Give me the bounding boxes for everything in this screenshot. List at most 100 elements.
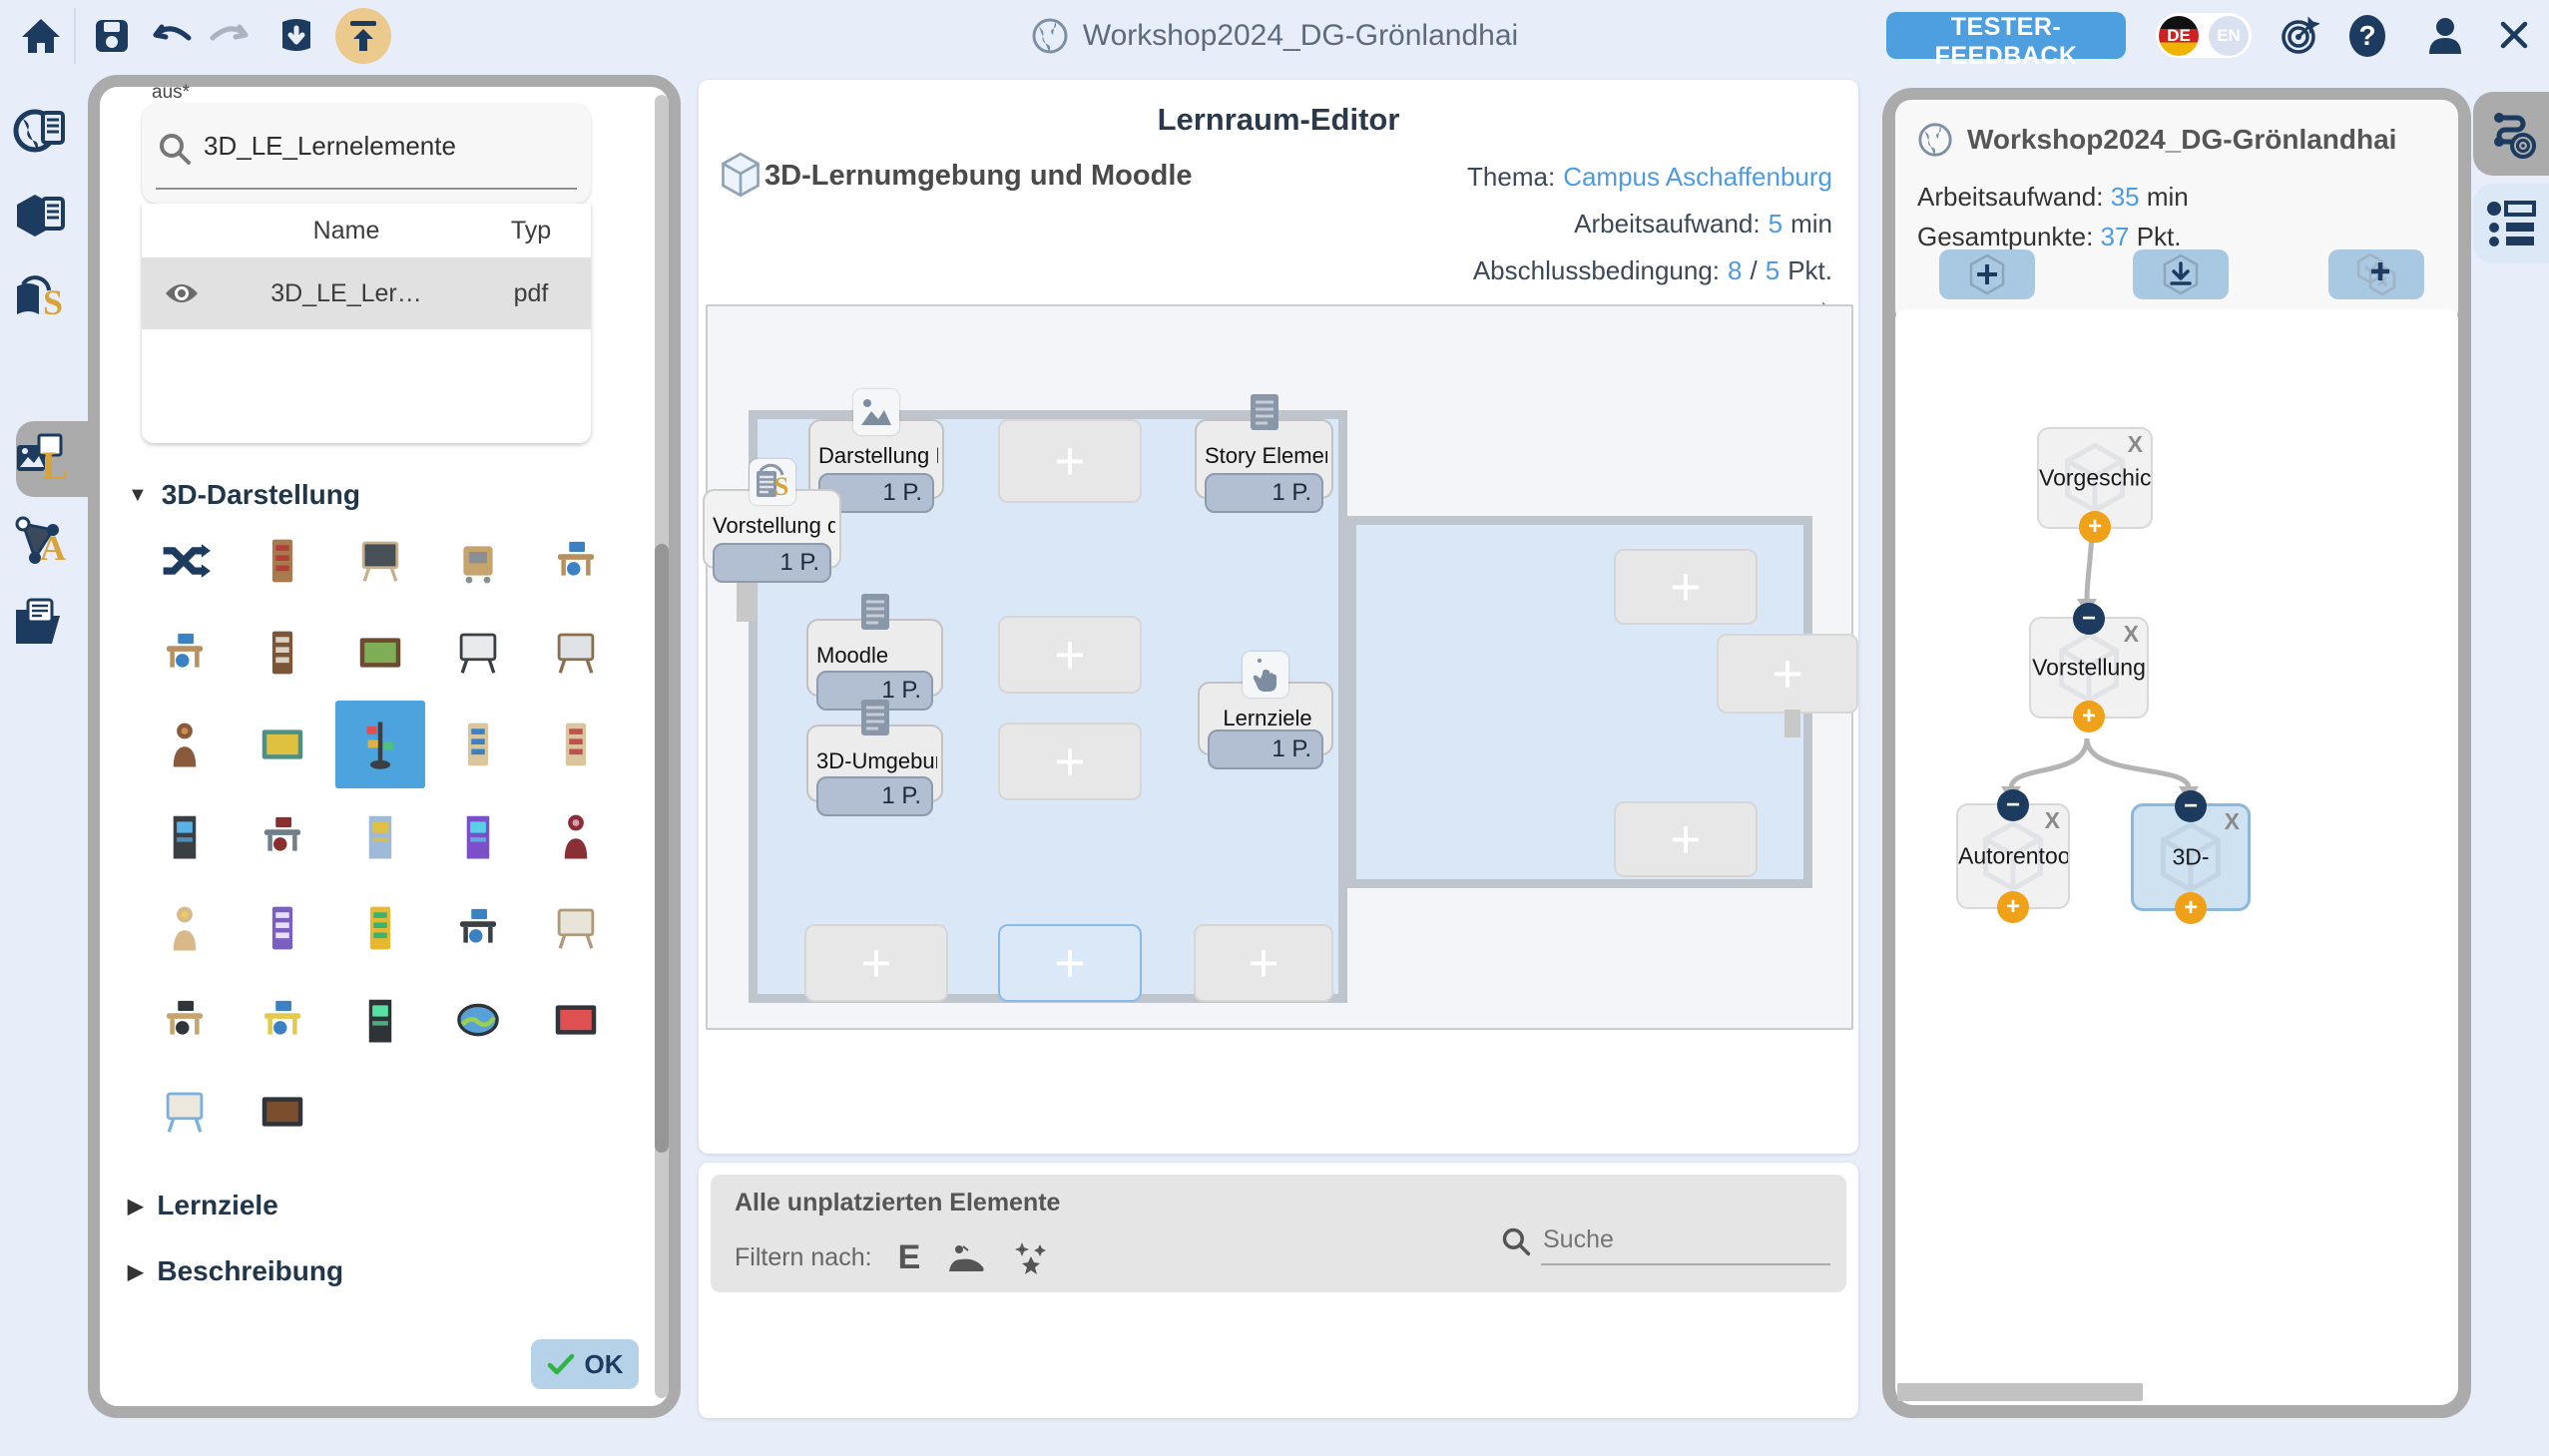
palette-item-poster-colorful[interactable] [335, 884, 425, 972]
preview-eye-button[interactable] [142, 281, 222, 305]
palette-item-racing-seat[interactable] [531, 792, 621, 880]
placeholder-slot[interactable]: + [998, 616, 1142, 694]
section-beschreibung[interactable]: ▶ Beschreibung [128, 1255, 343, 1287]
add-condition-button[interactable] [2328, 249, 2424, 299]
structure-tree-area[interactable]: X Vorgeschich + − X Vorstellung + − X Au… [1895, 309, 2458, 1405]
sidebar-item-lernraeume[interactable] [10, 100, 72, 162]
palette-item-projector-cart[interactable] [433, 517, 523, 605]
tree-node-autorentool[interactable]: − X Autorentool + [1956, 803, 2070, 909]
palette-item-computer-desk[interactable] [238, 792, 327, 880]
palette-item-flipchart[interactable] [433, 609, 523, 697]
goals-button[interactable] [2280, 16, 2319, 56]
ok-button[interactable]: OK [531, 1339, 639, 1389]
remove-link-button[interactable]: − [1997, 789, 2029, 821]
placeholder-slot[interactable]: + [804, 924, 948, 1002]
palette-item-cutout-figure[interactable] [140, 884, 230, 972]
palette-item-mirror[interactable] [433, 976, 523, 1064]
palette-item-dark-desk[interactable] [433, 884, 523, 972]
add-child-button[interactable]: + [2079, 511, 2111, 543]
palette-item-landscape-painting[interactable] [335, 609, 425, 697]
placeholder-slot[interactable]: + [1194, 924, 1333, 1002]
palette-item-bookshelf[interactable] [238, 517, 327, 605]
tester-feedback-button[interactable]: TESTER-FEEDBACK [1886, 12, 2126, 59]
save-button[interactable] [94, 18, 130, 54]
palette-item-card-rack[interactable] [335, 701, 425, 788]
palette-item-tablet-screen[interactable] [531, 976, 621, 1064]
import-room-button[interactable] [2133, 249, 2229, 299]
unplaced-search-input[interactable] [1541, 1224, 1765, 1255]
unplaced-search[interactable] [1541, 1224, 1830, 1265]
help-button[interactable]: ? [2347, 13, 2387, 59]
palette-item-school-desk[interactable] [140, 609, 230, 697]
placeholder-slot[interactable]: + [998, 723, 1142, 800]
section-3d-darstellung[interactable]: ▼ 3D-Darstellung [128, 479, 360, 511]
placeholder-slot[interactable]: + [1614, 801, 1758, 877]
palette-item-arcade-colorful[interactable] [140, 792, 230, 880]
element-node-3d-umgebung[interactable]: 3D-Umgebung 1 P. [806, 725, 943, 802]
sidebar-item-lernelemente[interactable]: L [10, 427, 72, 489]
palette-item-arcade-dark[interactable] [335, 976, 425, 1064]
palette-item-pinboard[interactable] [238, 701, 327, 788]
palette-item-shuffle[interactable] [140, 517, 230, 605]
palette-item-poster-frame[interactable] [238, 609, 327, 697]
palette-item-shelf-narrow[interactable] [433, 701, 523, 788]
redo-button[interactable] [208, 19, 250, 53]
lang-de-button[interactable]: DE [2159, 16, 2199, 56]
left-panel-scrollbar-thumb[interactable] [655, 544, 669, 1153]
remove-node-button[interactable]: X [2225, 808, 2240, 835]
sidebar-item-aufgaben[interactable]: A [10, 509, 72, 571]
tab-list-view[interactable] [2473, 184, 2549, 263]
add-room-button[interactable] [1939, 249, 2035, 299]
palette-item-desk-blue-chair[interactable] [531, 517, 621, 605]
element-node-story[interactable]: Story Element 1 P. [1195, 419, 1333, 499]
palette-item-arcade-purple[interactable] [433, 792, 523, 880]
palette-item-arcade-stickers[interactable] [335, 792, 425, 880]
user-button[interactable] [2423, 14, 2467, 58]
placeholder-slot-highlighted[interactable]: + [998, 924, 1142, 1002]
tab-structure-view[interactable] [2473, 92, 2549, 176]
lang-en-button[interactable]: EN [2209, 16, 2249, 56]
palette-item-shelf-double[interactable] [531, 701, 621, 788]
filter-image-button[interactable] [946, 1241, 986, 1275]
filter-element-button[interactable]: E [898, 1238, 921, 1277]
sidebar-item-umgebungen[interactable] [10, 184, 72, 245]
add-child-button[interactable]: + [2175, 892, 2207, 924]
palette-item-workstation[interactable] [140, 976, 230, 1064]
element-node-lernziele[interactable]: Lernziele 1 P. [1198, 682, 1333, 755]
element-node-darstellung[interactable]: Darstellung Ler 1 P. [808, 419, 944, 499]
export-button[interactable] [277, 16, 315, 56]
tree-node-3d-selected[interactable]: − X 3D- + [2131, 803, 2251, 911]
close-button[interactable] [2497, 18, 2531, 52]
remove-link-button[interactable]: − [2175, 790, 2207, 822]
remove-node-button[interactable]: X [2124, 621, 2139, 648]
table-row[interactable]: 3D_LE_Ler… pdf [142, 257, 591, 329]
section-lernziele[interactable]: ▶ Lernziele [128, 1190, 278, 1221]
remove-node-button[interactable]: X [2128, 431, 2143, 458]
filter-effects-button[interactable] [1012, 1240, 1050, 1276]
room-canvas[interactable]: + + + + + + + + + Darstellung Ler 1 P. S… [706, 304, 1853, 1030]
palette-item-projection-screen[interactable] [531, 609, 621, 697]
palette-item-whiteboard[interactable] [531, 884, 621, 972]
remove-node-button[interactable]: X [2045, 807, 2060, 834]
tree-node-vorgeschichte[interactable]: X Vorgeschich + [2037, 427, 2153, 529]
home-button[interactable] [20, 15, 62, 57]
palette-item-poster-purple[interactable] [238, 884, 327, 972]
placeholder-slot[interactable]: + [1614, 549, 1758, 625]
element-node-vorstellung[interactable]: S Vorstellung der 1 P. [703, 489, 841, 569]
add-child-button[interactable]: + [2073, 701, 2105, 732]
thema-value[interactable]: Campus Aschaffenburg [1563, 154, 1832, 201]
palette-item-tv-bench[interactable] [238, 1068, 327, 1156]
palette-item-robot[interactable] [140, 701, 230, 788]
tree-hscrollbar-thumb[interactable] [1897, 1383, 2143, 1401]
placeholder-slot-edge[interactable]: + [1717, 634, 1858, 714]
placeholder-slot[interactable]: + [998, 419, 1142, 503]
remove-link-button[interactable]: − [2073, 603, 2105, 635]
element-node-moodle[interactable]: Moodle 1 P. [806, 619, 943, 697]
sidebar-item-screens[interactable]: S [10, 267, 72, 329]
file-search-input[interactable] [202, 130, 575, 163]
palette-item-drafting-table[interactable] [238, 976, 327, 1064]
upload-button[interactable] [335, 8, 391, 64]
add-child-button[interactable]: + [1997, 891, 2029, 923]
palette-item-blackboard[interactable] [335, 517, 425, 605]
tree-node-vorstellung[interactable]: − X Vorstellung + [2029, 617, 2149, 719]
